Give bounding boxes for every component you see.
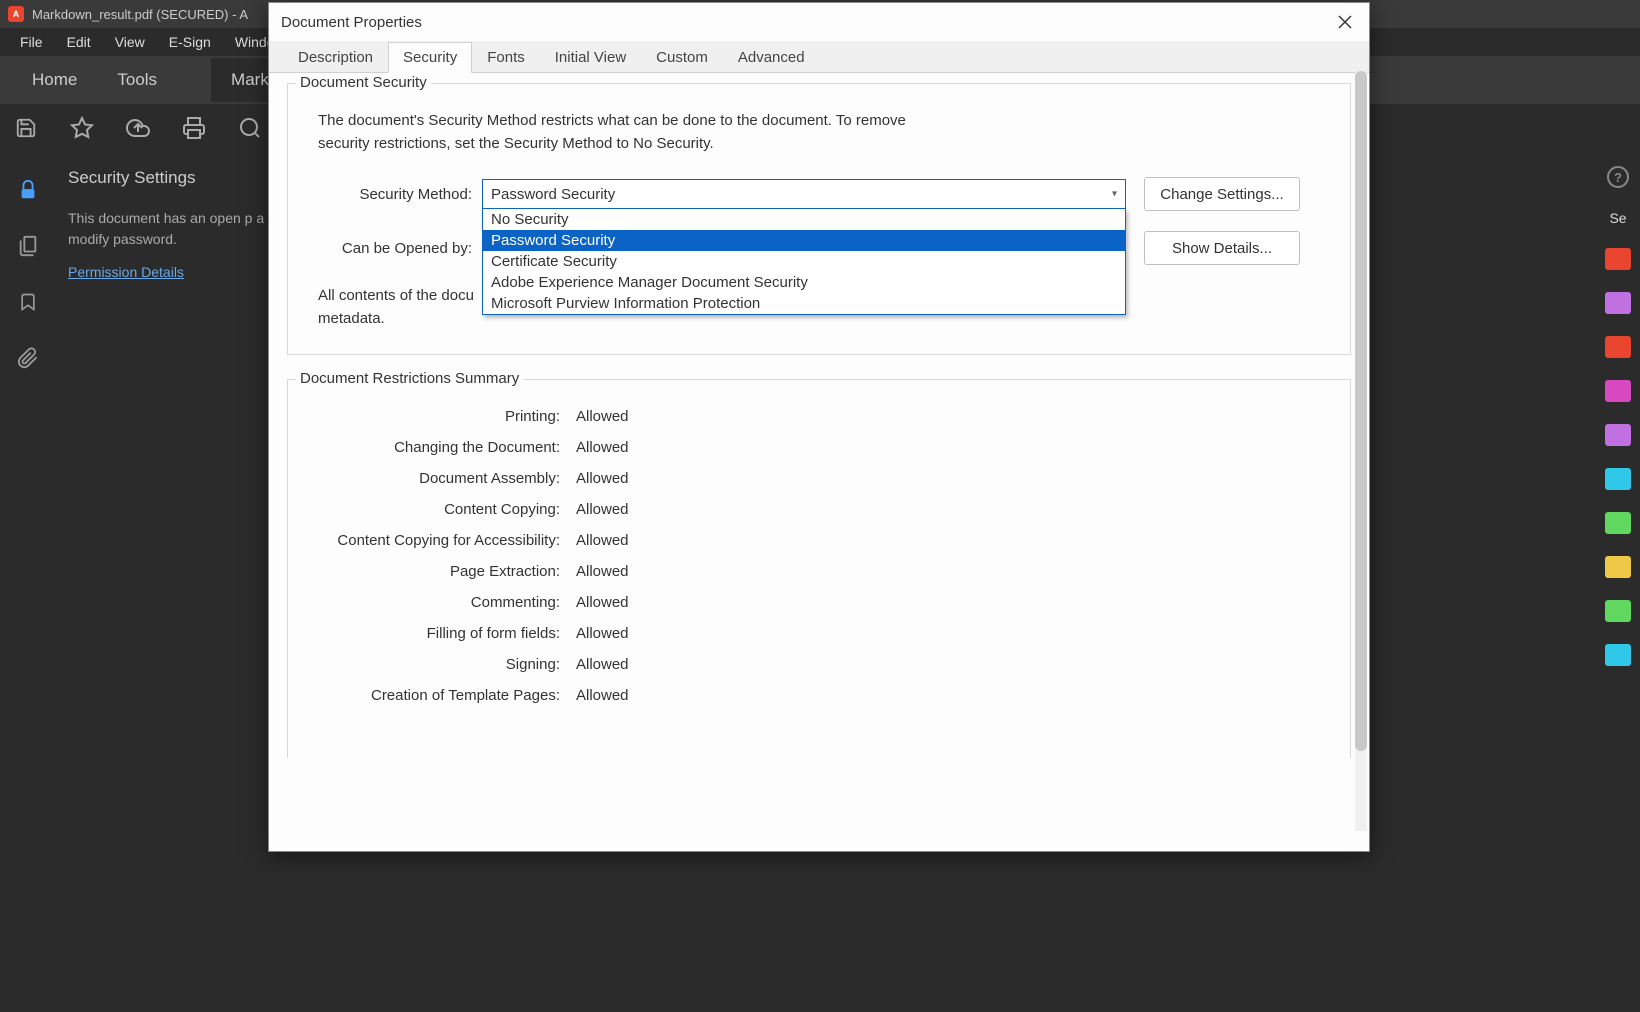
show-details-button[interactable]: Show Details... (1144, 231, 1300, 265)
dialog-tabs: Description Security Fonts Initial View … (269, 41, 1369, 73)
restriction-label: Document Assembly: (308, 470, 576, 487)
restriction-value: Allowed (576, 408, 629, 425)
restriction-row: Content Copying for Accessibility:Allowe… (308, 532, 1330, 549)
dialog-scrollbar[interactable] (1355, 71, 1367, 831)
restriction-value: Allowed (576, 594, 629, 611)
restriction-row: Commenting:Allowed (308, 594, 1330, 611)
security-method-dropdown: No Security Password Security Certificat… (482, 208, 1126, 315)
security-method-label: Security Method: (308, 186, 482, 203)
security-method-select[interactable]: Password Security ▾ (482, 179, 1126, 209)
security-method-row: Security Method: Password Security ▾ No … (308, 177, 1330, 211)
option-purview-security[interactable]: Microsoft Purview Information Protection (483, 293, 1125, 314)
restriction-label: Page Extraction: (308, 563, 576, 580)
restriction-row: Filling of form fields:Allowed (308, 625, 1330, 642)
security-method-select-wrapper: Password Security ▾ No Security Password… (482, 179, 1126, 209)
restriction-value: Allowed (576, 501, 629, 518)
document-properties-dialog: Document Properties Description Security… (268, 2, 1370, 852)
document-security-group: Document Security The document's Securit… (287, 83, 1351, 355)
restriction-value: Allowed (576, 439, 629, 456)
dialog-title: Document Properties (281, 14, 422, 31)
restriction-label: Content Copying: (308, 501, 576, 518)
group-legend-restrictions: Document Restrictions Summary (296, 370, 523, 387)
option-certificate-security[interactable]: Certificate Security (483, 251, 1125, 272)
close-icon (1338, 15, 1352, 29)
restriction-value: Allowed (576, 563, 629, 580)
restriction-value: Allowed (576, 687, 629, 704)
select-value: Password Security (491, 186, 615, 203)
restriction-value: Allowed (576, 470, 629, 487)
restriction-label: Commenting: (308, 594, 576, 611)
opened-by-label: Can be Opened by: (308, 240, 482, 257)
restriction-row: Printing:Allowed (308, 408, 1330, 425)
restriction-row: Content Copying:Allowed (308, 501, 1330, 518)
restriction-label: Filling of form fields: (308, 625, 576, 642)
restriction-label: Changing the Document: (308, 439, 576, 456)
tab-initial-view[interactable]: Initial View (540, 42, 641, 72)
chevron-down-icon: ▾ (1112, 189, 1117, 200)
option-aem-security[interactable]: Adobe Experience Manager Document Securi… (483, 272, 1125, 293)
tab-description[interactable]: Description (283, 42, 388, 72)
restriction-row: Page Extraction:Allowed (308, 563, 1330, 580)
restriction-row: Creation of Template Pages:Allowed (308, 687, 1330, 704)
group-legend-security: Document Security (296, 74, 431, 91)
restrictions-summary-group: Document Restrictions Summary Printing:A… (287, 379, 1351, 758)
restriction-value: Allowed (576, 625, 629, 642)
tab-advanced[interactable]: Advanced (723, 42, 820, 72)
restriction-row: Changing the Document:Allowed (308, 439, 1330, 456)
restriction-label: Content Copying for Accessibility: (308, 532, 576, 549)
scrollbar-thumb[interactable] (1355, 71, 1367, 751)
tab-security[interactable]: Security (388, 42, 472, 73)
restriction-label: Creation of Template Pages: (308, 687, 576, 704)
option-password-security[interactable]: Password Security (483, 230, 1125, 251)
change-settings-button[interactable]: Change Settings... (1144, 177, 1300, 211)
restriction-label: Printing: (308, 408, 576, 425)
restriction-row: Signing:Allowed (308, 656, 1330, 673)
option-no-security[interactable]: No Security (483, 209, 1125, 230)
modal-overlay: Document Properties Description Security… (0, 0, 1640, 1012)
restriction-row: Document Assembly:Allowed (308, 470, 1330, 487)
dialog-titlebar: Document Properties (269, 3, 1369, 41)
close-button[interactable] (1331, 8, 1359, 36)
restriction-value: Allowed (576, 532, 629, 549)
restriction-label: Signing: (308, 656, 576, 673)
tab-fonts[interactable]: Fonts (472, 42, 540, 72)
tab-custom[interactable]: Custom (641, 42, 723, 72)
restriction-value: Allowed (576, 656, 629, 673)
security-help-text: The document's Security Method restricts… (318, 110, 938, 155)
dialog-body: Document Security The document's Securit… (269, 73, 1369, 851)
